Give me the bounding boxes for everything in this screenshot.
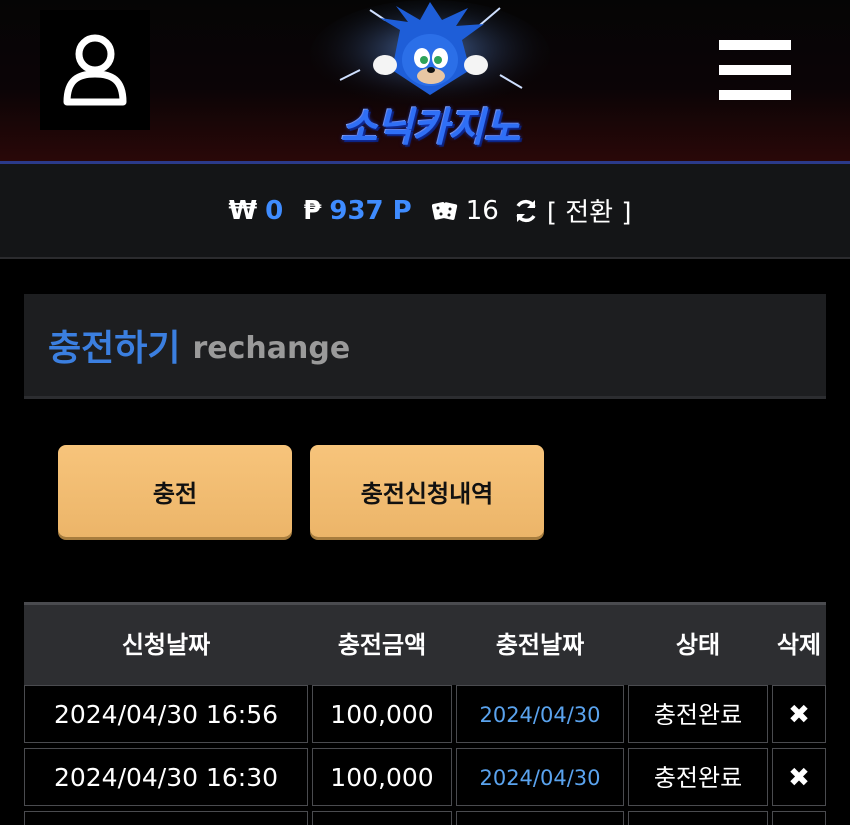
column-header-delete: 삭제 — [776, 631, 822, 659]
delete-button[interactable]: ✖ — [772, 685, 826, 743]
logo-text: 소닉카지노 — [340, 105, 521, 151]
status-cell — [628, 811, 768, 825]
balance-bar: ₩ 0 ₱ 937 P 16 [ 전환 ] — [0, 164, 850, 259]
convert-label: [ 전환 ] — [546, 198, 632, 228]
user-button[interactable] — [40, 10, 150, 130]
column-header-amount: 충전금액 — [337, 631, 427, 659]
charge-button[interactable]: 충전 — [58, 445, 292, 537]
status-cell: 충전완료 — [628, 748, 768, 806]
cash-balance-value: 0 — [265, 195, 284, 226]
recharge-section-header: 충전하기 rechange — [24, 294, 826, 399]
convert-button[interactable]: [ 전환 ] — [513, 192, 632, 229]
page-title: 충전하기 — [48, 328, 181, 369]
request-date-cell: 2024/04/30 16:30 — [24, 748, 308, 806]
cash-balance: ₩ 0 — [228, 196, 283, 226]
site-header: 소닉카지노 — [0, 0, 850, 162]
amount-cell — [312, 811, 452, 825]
won-icon: ₩ — [228, 195, 258, 226]
refresh-icon — [516, 199, 536, 222]
point-balance-value: 937 P — [329, 195, 412, 226]
table-row: 2024/04/30 16:30 100,000 2024/04/30 충전완료… — [24, 748, 826, 808]
charge-date-cell: 2024/04/30 — [456, 685, 624, 743]
delete-button[interactable]: ✖ — [772, 748, 826, 806]
site-logo[interactable]: 소닉카지노 — [300, 0, 560, 160]
table-row-partial — [24, 811, 826, 825]
user-icon — [63, 34, 127, 106]
dice-balance: 16 — [431, 195, 499, 226]
page-subtitle: rechange — [192, 330, 351, 366]
hamburger-menu-icon — [719, 40, 791, 100]
menu-button[interactable] — [710, 30, 800, 110]
column-header-request-date: 신청날짜 — [121, 631, 211, 659]
delete-cell — [772, 811, 826, 825]
amount-cell: 100,000 — [312, 748, 452, 806]
column-header-charge-date: 충전날짜 — [495, 631, 585, 659]
charge-date-cell — [456, 811, 624, 825]
amount-cell: 100,000 — [312, 685, 452, 743]
table-header: 신청날짜 충전금액 충전날짜 상태 삭제 — [24, 602, 826, 685]
dice-icon — [431, 201, 457, 220]
column-header-status: 상태 — [675, 631, 721, 659]
request-date-cell — [24, 811, 308, 825]
table-row: 2024/04/30 16:56 100,000 2024/04/30 충전완료… — [24, 685, 826, 745]
sonic-mascot-icon — [310, 0, 550, 110]
point-icon: ₱ — [303, 195, 322, 226]
status-cell: 충전완료 — [628, 685, 768, 743]
point-balance: ₱ 937 P — [303, 196, 411, 226]
request-date-cell: 2024/04/30 16:56 — [24, 685, 308, 743]
page: 소닉카지노 ₩ 0 ₱ 937 P 16 [전환] 충전하기 rechang… — [0, 0, 850, 825]
charge-history-button[interactable]: 충전신청내역 — [310, 445, 544, 537]
dice-balance-value: 16 — [465, 195, 499, 226]
charge-date-cell: 2024/04/30 — [456, 748, 624, 806]
